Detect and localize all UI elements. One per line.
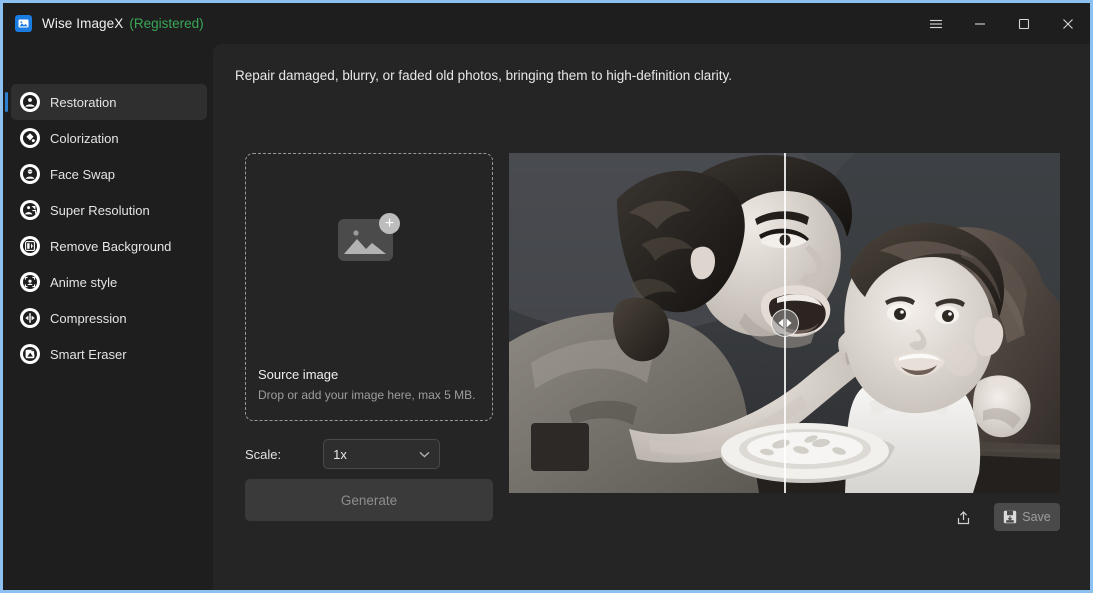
super-resolution-icon [20, 200, 40, 220]
compare-slider-icon[interactable] [771, 309, 799, 337]
compression-icon [20, 308, 40, 328]
source-image-dropzone[interactable]: + Source image Drop or add your image he… [245, 153, 493, 421]
feature-description: Repair damaged, blurry, or faded old pho… [235, 68, 733, 83]
sidebar-item-restoration[interactable]: Restoration [5, 84, 207, 120]
smart-eraser-icon [20, 344, 40, 364]
image-logo-icon [15, 15, 32, 32]
save-disk-icon [1004, 510, 1017, 524]
sidebar-item-label: Face Swap [50, 166, 116, 182]
window-controls [914, 3, 1090, 44]
sidebar-item-remove-background[interactable]: Remove Background [11, 228, 207, 264]
anime-style-icon [20, 272, 40, 292]
add-image-icon: + [338, 213, 400, 261]
image-preview[interactable] [509, 153, 1060, 493]
sidebar-item-label: Restoration [50, 94, 117, 110]
generate-button[interactable]: Generate [245, 479, 493, 521]
paint-drop-icon [20, 128, 40, 148]
sidebar-item-label: Compression [50, 310, 127, 326]
dropzone-subtitle: Drop or add your image here, max 5 MB. [258, 388, 476, 402]
sidebar-item-face-swap[interactable]: Face Swap [11, 156, 207, 192]
scale-select[interactable]: 1x [323, 439, 441, 469]
save-button[interactable]: Save [994, 503, 1060, 531]
scale-selected-value: 1x [333, 446, 347, 462]
registration-status: (Registered) [129, 16, 204, 31]
app-title: Wise ImageX [42, 16, 124, 31]
sidebar-item-label: Anime style [50, 274, 118, 290]
sidebar-item-super-resolution[interactable]: Super Resolution [11, 192, 207, 228]
scale-label: Scale: [245, 446, 282, 462]
sidebar-item-label: Remove Background [50, 238, 172, 254]
app-window: Wise ImageX (Registered) Restoration Col… [0, 0, 1093, 593]
sidebar-item-colorization[interactable]: Colorization [11, 120, 207, 156]
scale-row: Scale: 1x [245, 439, 493, 469]
sidebar-item-label: Super Resolution [50, 202, 150, 218]
sidebar: Restoration Colorization Face Swap Super… [3, 44, 213, 590]
share-icon[interactable] [950, 503, 978, 531]
chevron-down-icon [419, 451, 430, 458]
save-button-label: Save [1022, 510, 1051, 524]
title-bar: Wise ImageX (Registered) [3, 3, 1090, 44]
sidebar-item-compression[interactable]: Compression [11, 300, 207, 336]
remove-background-icon [20, 236, 40, 256]
minimize-icon[interactable] [958, 3, 1002, 44]
plus-glyph: + [379, 213, 400, 234]
close-icon[interactable] [1046, 3, 1090, 44]
dropzone-title: Source image [258, 367, 339, 382]
face-swap-icon [20, 164, 40, 184]
hamburger-menu-icon[interactable] [914, 3, 958, 44]
sidebar-item-anime-style[interactable]: Anime style [11, 264, 207, 300]
sidebar-item-label: Smart Eraser [50, 346, 127, 362]
preview-action-bar: Save [509, 499, 1060, 535]
sidebar-item-smart-eraser[interactable]: Smart Eraser [11, 336, 207, 372]
sidebar-item-label: Colorization [50, 130, 119, 146]
maximize-icon[interactable] [1002, 3, 1046, 44]
portrait-restore-icon [20, 92, 40, 112]
main-content: Repair damaged, blurry, or faded old pho… [213, 44, 1090, 590]
